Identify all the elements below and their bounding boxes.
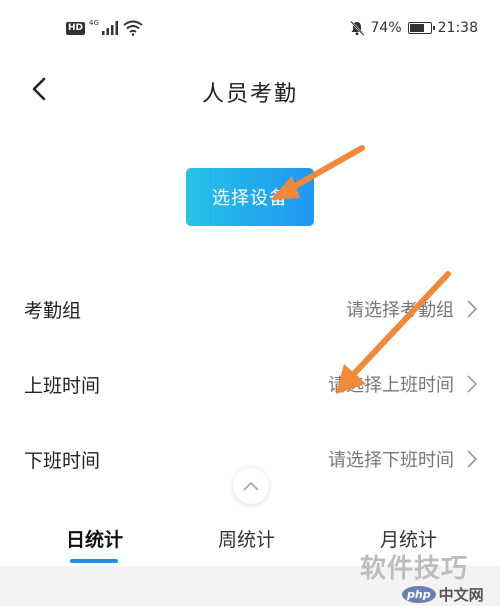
expand-handle[interactable] [233,468,269,504]
status-right: 74% 21:38 [349,20,478,36]
watermark-text: 软件技巧 [360,554,469,584]
hd-badge: HD [66,21,86,35]
signal-icon [101,21,118,35]
mute-bell-icon [349,20,364,36]
row-label: 下班时间 [24,450,101,472]
watermark-badge: php 中文网 [402,584,484,605]
page-title: 人员考勤 [201,82,298,107]
tab-weekly[interactable]: 周统计 [218,525,275,552]
tab-indicator [70,559,118,563]
chevron-right-icon [467,375,478,393]
battery-percent: 74% [370,20,402,36]
network-type: 4G [89,19,99,27]
row-value: 请选择下班时间 [328,450,454,471]
watermark-badge-text: 中文网 [438,586,484,604]
php-logo: php [402,586,436,603]
wifi-icon [123,20,143,36]
row-value: 请选择上班时间 [328,375,454,396]
attendance-group-row[interactable]: 考勤组 请选择考勤组 [0,280,500,336]
clock: 21:38 [437,20,478,36]
battery-icon [407,22,435,34]
status-bar: HD 4G 74% 21:38 [0,0,500,58]
select-device-button[interactable]: 选择设备 [186,168,314,226]
status-left: HD 4G [66,19,143,36]
row-label: 上班时间 [24,375,101,397]
row-value: 请选择考勤组 [346,300,454,321]
start-time-row[interactable]: 上班时间 请选择上班时间 [0,355,500,411]
chevron-right-icon [467,450,478,468]
chevron-right-icon [467,300,478,318]
row-label: 考勤组 [24,300,82,322]
tab-daily[interactable]: 日统计 [66,525,123,552]
nav-bar: 人员考勤 [0,62,500,118]
chevron-up-icon [243,481,259,491]
